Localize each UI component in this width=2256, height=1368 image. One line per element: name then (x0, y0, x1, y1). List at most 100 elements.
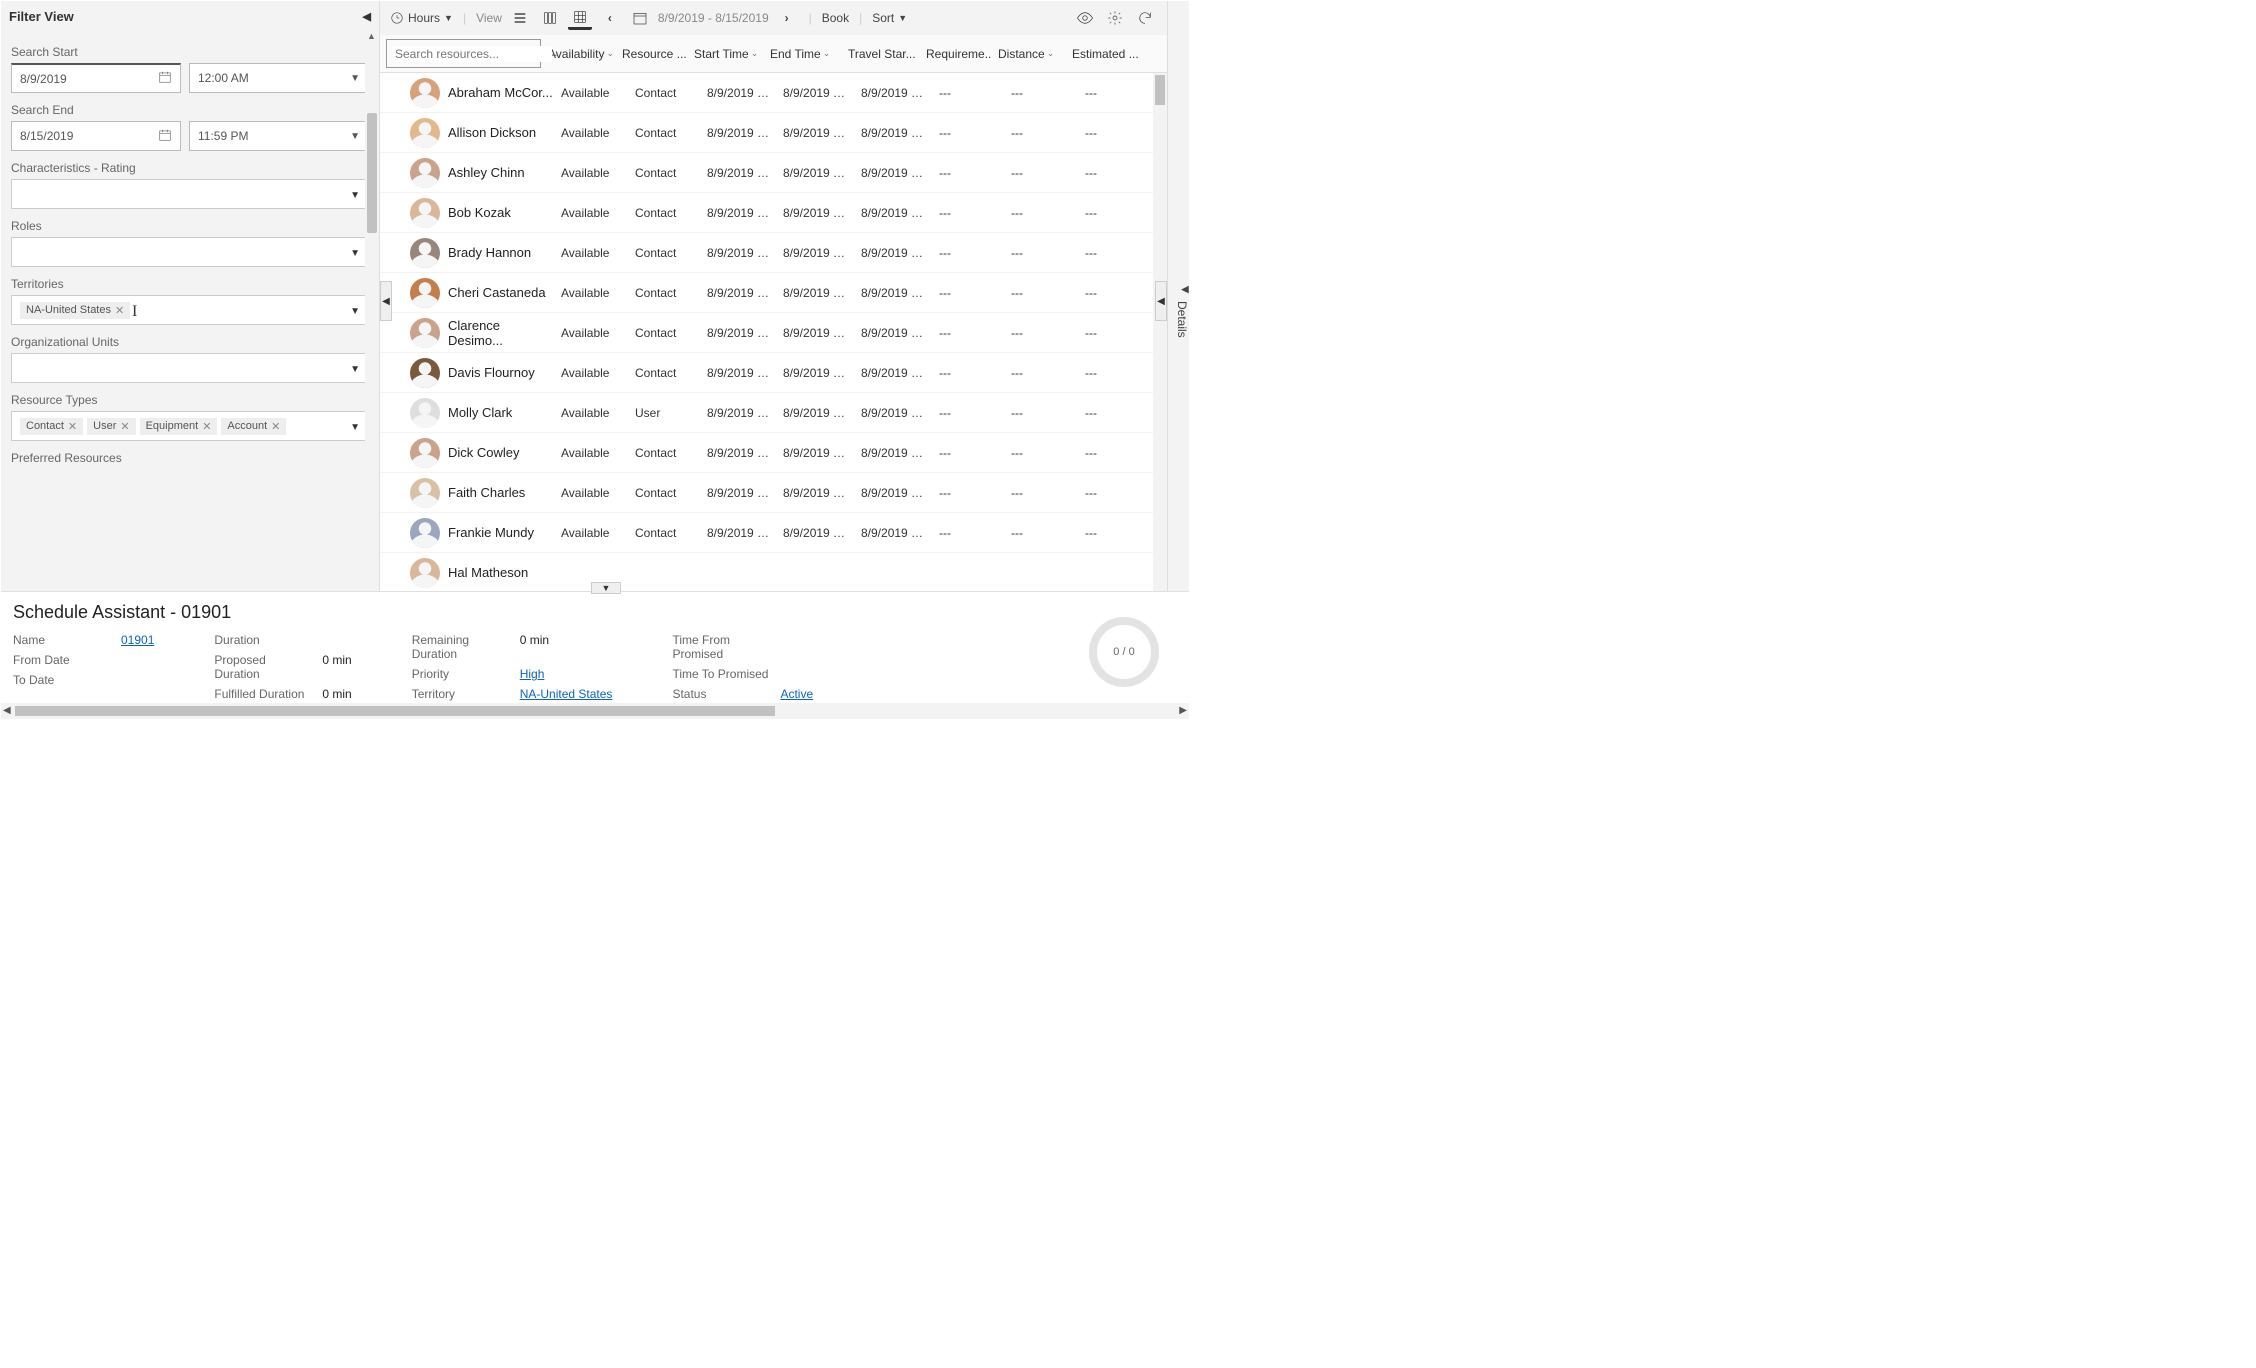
splitter-collapse-right[interactable]: ◀ (1155, 281, 1167, 321)
table-row[interactable]: Clarence Desimo...AvailableContact8/9/20… (380, 313, 1167, 353)
collapse-filter-icon[interactable]: ◀ (363, 10, 371, 23)
remove-tag-icon[interactable]: ✕ (202, 420, 211, 433)
hours-dropdown[interactable]: Hours ▼ (390, 11, 453, 25)
sort-icon[interactable]: ⌄ (606, 48, 614, 59)
column-header[interactable]: Estimated ...⌄ (1065, 35, 1141, 72)
property-row: From Date (13, 653, 154, 667)
view-list-icon[interactable] (508, 6, 532, 30)
column-header[interactable]: Resource ...⌄ (615, 35, 687, 72)
avatar (410, 78, 440, 108)
property-key: Name (13, 633, 113, 647)
table-row[interactable]: Brady HannonAvailableContact8/9/2019 1..… (380, 233, 1167, 273)
next-range-icon[interactable]: › (775, 6, 799, 30)
roles-select[interactable]: ▼ (11, 237, 369, 267)
eye-icon[interactable] (1073, 6, 1097, 30)
chevron-down-icon[interactable]: ▼ (350, 190, 360, 201)
property-value[interactable]: 01901 (121, 633, 154, 647)
characteristics-select[interactable]: ▼ (11, 179, 369, 209)
column-header[interactable]: Requireme...⌄ (919, 35, 991, 72)
search-end-label: Search End (11, 103, 369, 117)
table-row[interactable]: Hal Matheson (380, 553, 1167, 593)
calendar-icon[interactable] (158, 128, 172, 145)
avatar (410, 118, 440, 148)
scroll-left-icon[interactable]: ◀ (3, 705, 11, 716)
column-header[interactable]: End Time⌄ (763, 35, 841, 72)
resource-name: Dick Cowley (448, 445, 520, 460)
chevron-down-icon[interactable]: ▼ (350, 422, 360, 433)
resource-type-tag[interactable]: Contact ✕ (20, 418, 83, 435)
property-value[interactable]: NA-United States (520, 687, 613, 701)
territory-tag[interactable]: NA-United States ✕ (20, 302, 130, 319)
remove-tag-icon[interactable]: ✕ (271, 420, 280, 433)
resource-type-tag[interactable]: Equipment ✕ (140, 418, 218, 435)
search-start-time[interactable]: 12:00 AM ▼ (189, 63, 369, 93)
refresh-icon[interactable] (1133, 6, 1157, 30)
avatar (410, 438, 440, 468)
resource-types-select[interactable]: Contact ✕User ✕ Equipment ✕Account ✕ ▼ (11, 411, 369, 441)
scroll-right-icon[interactable]: ▶ (1179, 705, 1187, 716)
book-button[interactable]: Book (822, 11, 849, 25)
property-value[interactable]: High (520, 667, 545, 681)
search-end-time[interactable]: 11:59 PM ▼ (189, 121, 369, 151)
avatar (410, 278, 440, 308)
resource-name: Hal Matheson (448, 565, 528, 580)
details-tab[interactable]: ▶ Details (1167, 1, 1189, 591)
chevron-down-icon[interactable]: ▼ (350, 306, 360, 317)
table-row[interactable]: Molly ClarkAvailableUser8/9/2019 1...8/9… (380, 393, 1167, 433)
calendar-icon[interactable] (158, 70, 172, 87)
chevron-down-icon[interactable]: ⌄ (552, 48, 560, 59)
remove-tag-icon[interactable]: ✕ (120, 420, 129, 433)
remove-tag-icon[interactable]: ✕ (115, 304, 124, 317)
date-range[interactable]: 8/9/2019 - 8/15/2019 (658, 11, 769, 25)
chevron-down-icon[interactable]: ▼ (350, 73, 360, 84)
sort-dropdown[interactable]: Sort▼ (872, 11, 907, 25)
remove-tag-icon[interactable]: ✕ (68, 420, 77, 433)
property-row: To Date (13, 673, 154, 687)
property-value[interactable]: Active (780, 687, 813, 701)
sort-icon[interactable]: ⌄ (823, 48, 831, 59)
search-resources-input[interactable]: ⌄ (386, 39, 541, 68)
sort-icon[interactable]: ⌄ (751, 48, 759, 59)
search-start-date[interactable]: 8/9/2019 (11, 63, 181, 93)
table-row[interactable]: Abraham McCor...AvailableContact8/9/2019… (380, 73, 1167, 113)
scrollbar-thumb[interactable] (1155, 75, 1165, 105)
splitter-collapse-left[interactable]: ◀ (380, 281, 392, 321)
table-row[interactable]: Allison DicksonAvailableContact8/9/2019 … (380, 113, 1167, 153)
resource-type-tag[interactable]: Account ✕ (221, 418, 286, 435)
column-header[interactable]: Start Time⌄ (687, 35, 763, 72)
bottom-hscrollbar[interactable]: ◀ ▶ (1, 703, 1189, 719)
org-units-select[interactable]: ▼ (11, 353, 369, 383)
resource-type-tag[interactable]: User ✕ (87, 418, 135, 435)
view-columns-icon[interactable] (538, 6, 562, 30)
scrollbar-thumb[interactable] (367, 113, 377, 233)
chevron-down-icon[interactable]: ▼ (350, 364, 360, 375)
table-row[interactable]: Bob KozakAvailableContact8/9/2019 1...8/… (380, 193, 1167, 233)
progress-ring: 0 / 0 (1089, 617, 1159, 687)
table-row[interactable]: Faith CharlesAvailableContact8/9/2019 1.… (380, 473, 1167, 513)
table-row[interactable]: Frankie MundyAvailableContact8/9/2019 1.… (380, 513, 1167, 553)
column-header[interactable]: Distance⌄ (991, 35, 1065, 72)
table-row[interactable]: Dick CowleyAvailableContact8/9/2019 1...… (380, 433, 1167, 473)
column-header[interactable]: Travel Star...⌄ (841, 35, 919, 72)
table-row[interactable]: Cheri CastanedaAvailableContact8/9/2019 … (380, 273, 1167, 313)
assistant-title: Schedule Assistant - 01901 (13, 602, 1177, 623)
property-key: Time From Promised (672, 633, 772, 661)
territories-select[interactable]: NA-United States ✕ ▼ I (11, 295, 369, 325)
search-end-date[interactable]: 8/15/2019 (11, 121, 181, 151)
sort-icon[interactable]: ⌄ (1047, 48, 1055, 59)
expand-details-icon[interactable]: ▶ (1181, 284, 1189, 295)
scrollbar-thumb[interactable] (15, 706, 775, 716)
table-row[interactable]: Ashley ChinnAvailableContact8/9/2019 1..… (380, 153, 1167, 193)
chevron-down-icon[interactable]: ▼ (350, 248, 360, 259)
table-row[interactable]: Davis FlournoyAvailableContact8/9/2019 1… (380, 353, 1167, 393)
collapse-bottom-icon[interactable]: ▼ (591, 582, 621, 594)
calendar-icon[interactable] (628, 6, 652, 30)
property-key: Remaining Duration (412, 633, 512, 661)
view-grid-icon[interactable] (568, 6, 592, 30)
prev-range-icon[interactable]: ‹ (598, 6, 622, 30)
gear-icon[interactable] (1103, 6, 1127, 30)
characteristics-label: Characteristics - Rating (11, 161, 369, 175)
property-value: 0 min (520, 633, 549, 661)
scroll-up-icon[interactable]: ▲ (367, 31, 376, 41)
chevron-down-icon[interactable]: ▼ (350, 131, 360, 142)
